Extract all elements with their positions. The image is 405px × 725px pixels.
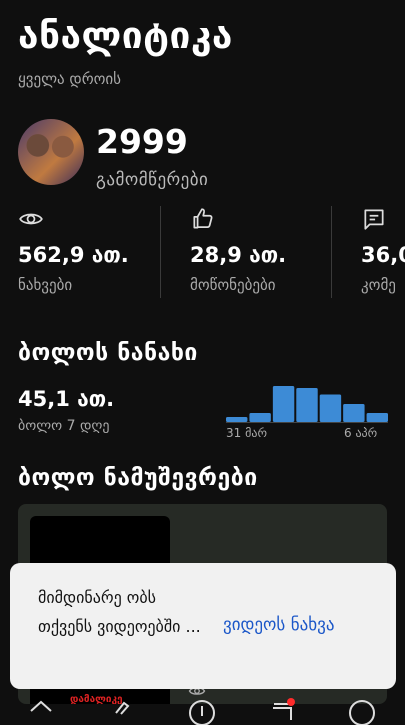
subscriber-count: 2999 (96, 122, 188, 161)
stat-views-value: 562,9 ათ. (18, 243, 129, 267)
notification-dot (287, 698, 295, 706)
stat-divider (331, 206, 332, 298)
stat-likes-label: მოწონებები (190, 276, 276, 294)
create-icon[interactable] (188, 697, 216, 725)
chart-bar (319, 394, 342, 422)
stat-views[interactable]: 562,9 ათ. ნახვები (18, 206, 129, 294)
recent-views-chart (226, 386, 388, 422)
page-subtitle: ყველა დროის (18, 70, 122, 88)
subscriptions-icon[interactable] (268, 697, 296, 725)
stat-likes[interactable]: 28,9 ათ. მოწონებები (190, 206, 286, 294)
recent-views-label: ბოლო 7 დღე (18, 418, 110, 434)
thumbs-up-icon (193, 208, 213, 229)
stat-comments-value: 36,0 (361, 243, 405, 267)
latest-videos-title: ბოლო ნამუშევრები (18, 465, 258, 491)
stat-views-label: ნახვები (18, 276, 73, 294)
profile-icon[interactable] (348, 697, 376, 725)
chart-bar (249, 413, 271, 422)
chart-bar (366, 413, 388, 422)
recent-views-title: ბოლოს ნანახი (18, 340, 198, 366)
chart-bar (343, 404, 365, 422)
page-title: ანალიტიკა (18, 14, 233, 57)
bottom-navbar (0, 697, 405, 725)
stat-comments-label: კომე (361, 276, 396, 294)
stat-divider (160, 206, 161, 298)
toast-message: მიმდინარე ობს თქვენს ვიდეოებში ... (38, 588, 201, 636)
chart-tick-end: 6 აპრ (344, 426, 378, 440)
avatar[interactable] (18, 119, 84, 185)
comment-icon (364, 209, 384, 230)
home-icon[interactable] (27, 697, 55, 725)
toast-action-button[interactable]: ვიდეოს ნახვა (223, 615, 334, 635)
shorts-icon[interactable] (107, 697, 135, 725)
subscriber-label: გამომწერები (96, 170, 209, 190)
stat-comments[interactable]: 36,0 კომე (361, 206, 405, 294)
toast-snackbar: მიმდინარე ობს თქვენს ვიდეოებში ... ვიდეო… (10, 563, 396, 689)
chart-bar (296, 388, 318, 422)
chart-bar (272, 386, 295, 422)
recent-views-value: 45,1 ათ. (18, 387, 115, 411)
chart-baseline (226, 422, 388, 423)
eye-icon (19, 213, 43, 225)
stat-likes-value: 28,9 ათ. (190, 243, 287, 267)
chart-tick-start: 31 მარ (226, 426, 267, 440)
